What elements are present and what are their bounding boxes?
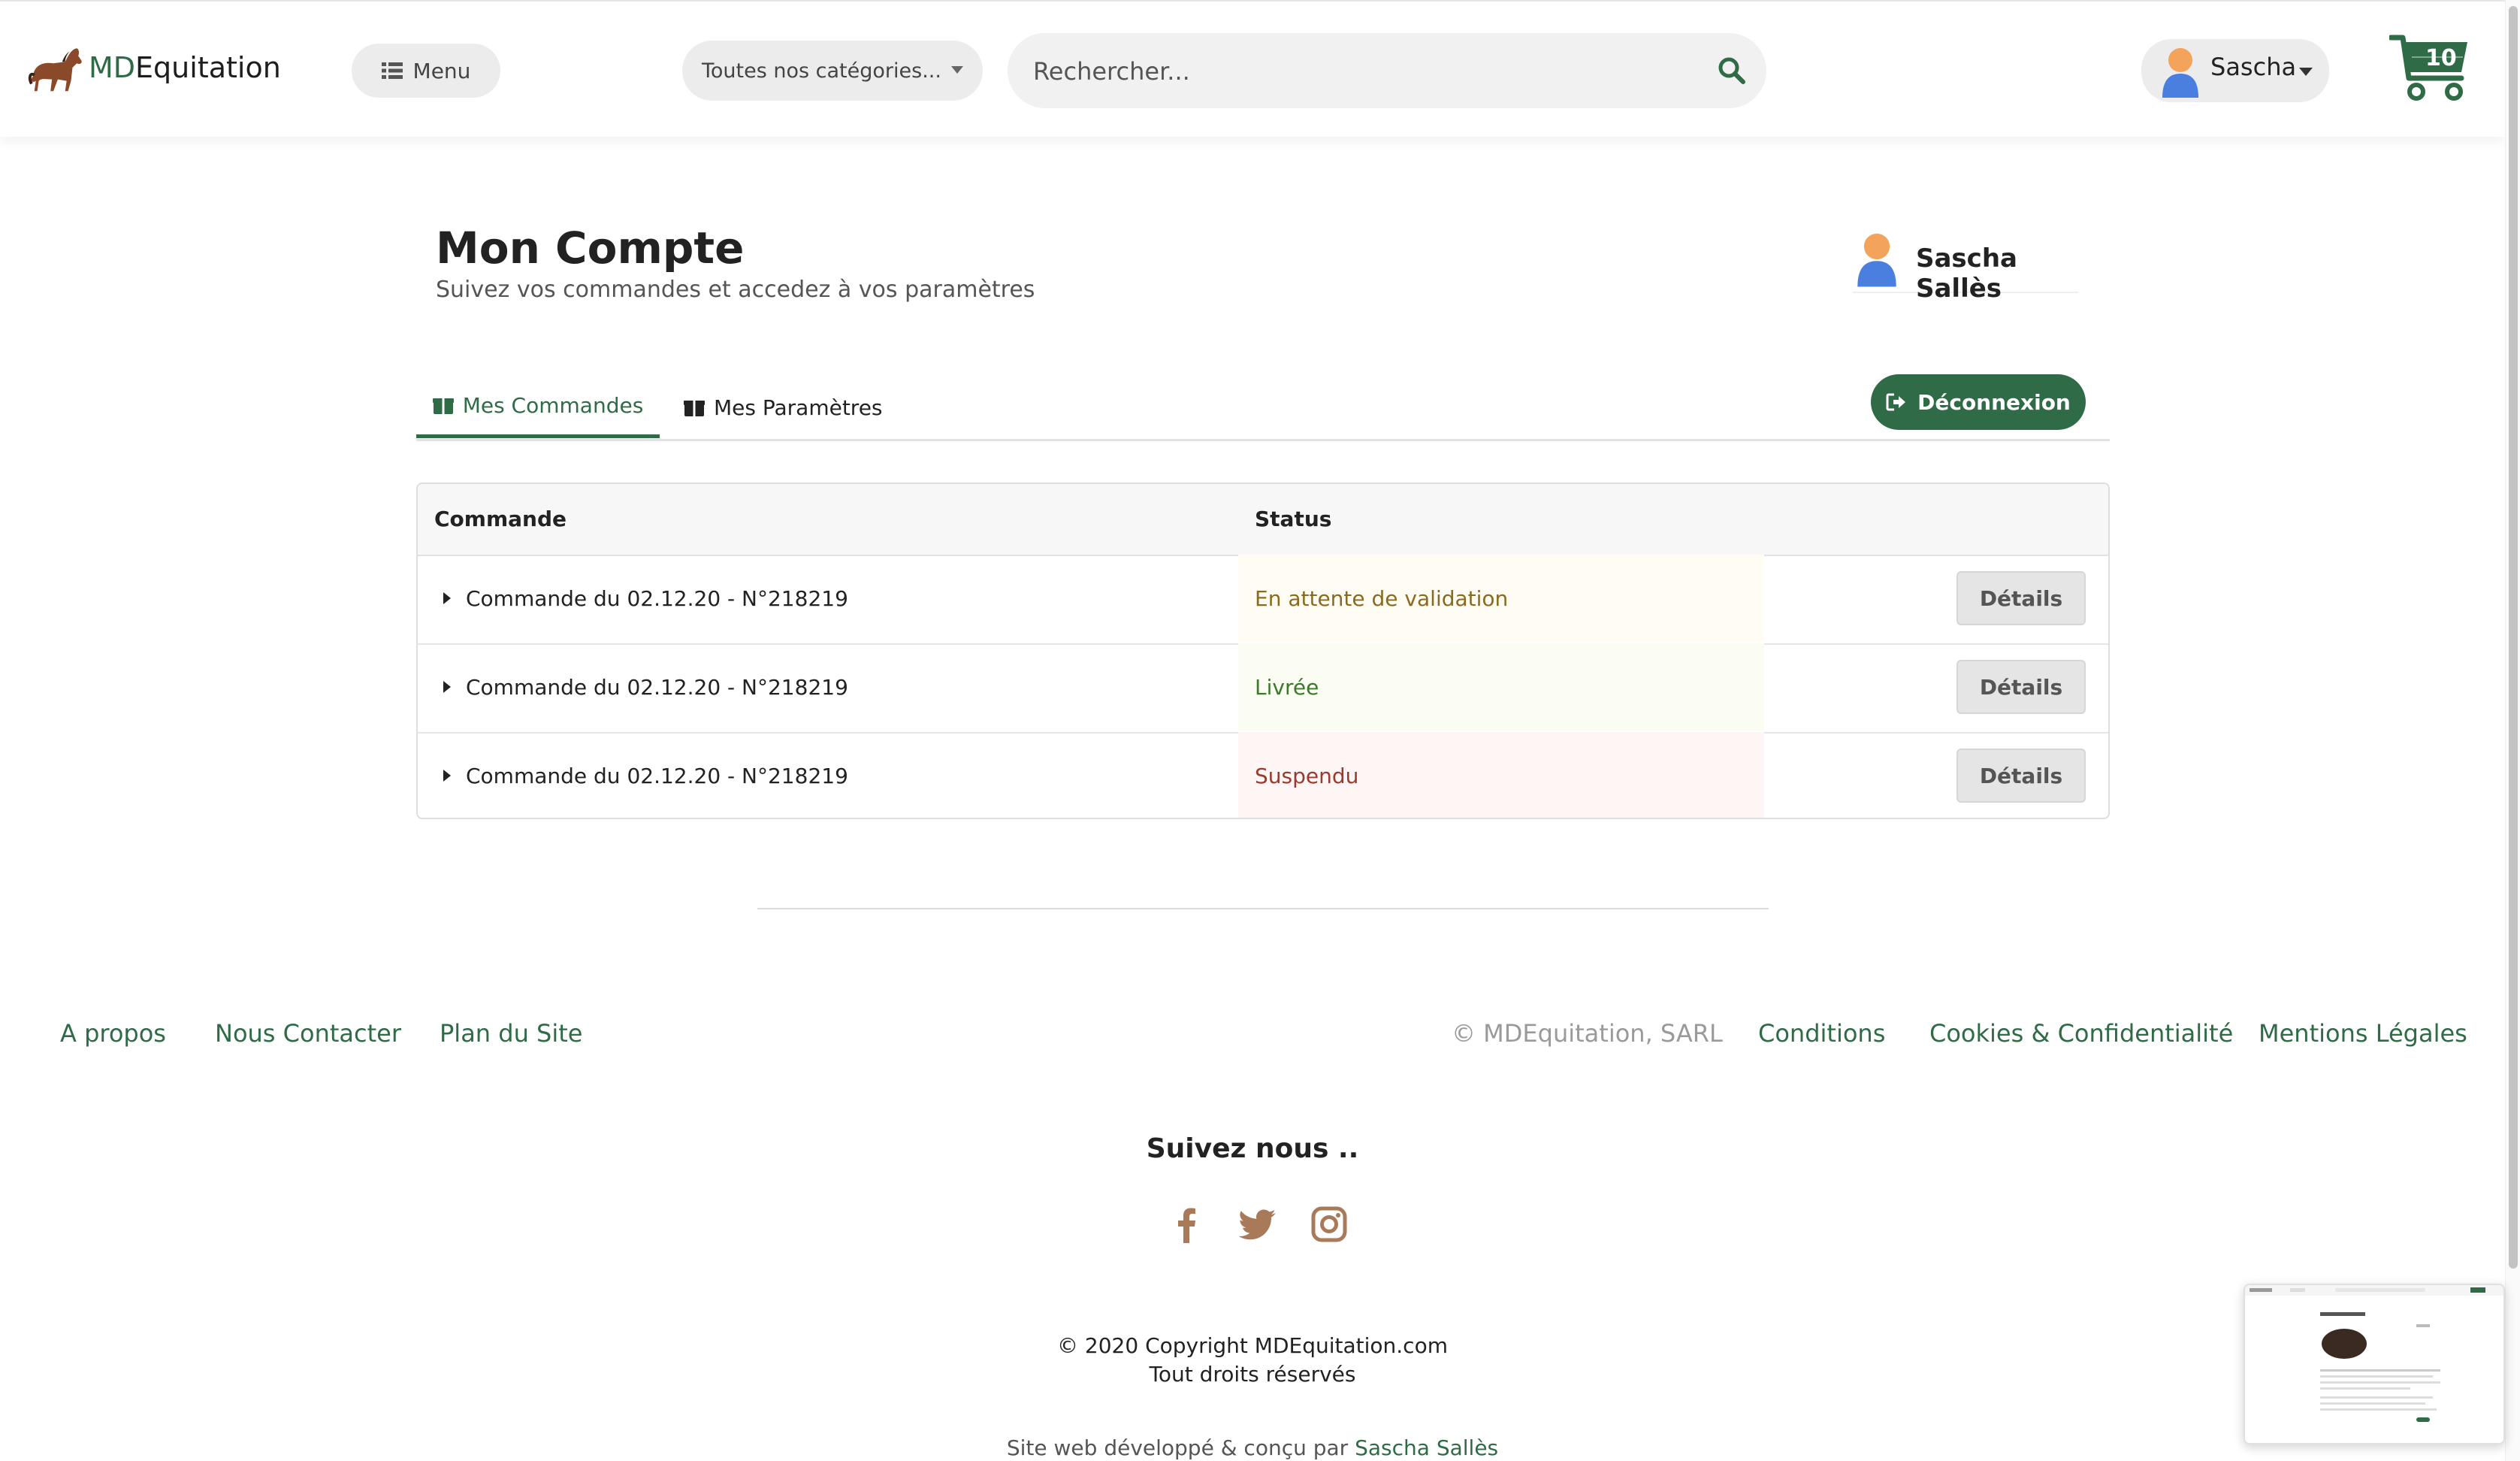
status-text: Suspendu [1255, 764, 1359, 788]
tab-label: Mes Commandes [462, 392, 644, 418]
tab-mes-parametres[interactable]: Mes Paramètres [684, 376, 883, 439]
page-subtitle: Suivez vos commandes et accedez à vos pa… [436, 277, 1035, 303]
copyright-line: © 2020 Copyright MDEquitation.com [1057, 1333, 1448, 1358]
gift-icon [432, 398, 454, 414]
twitter-icon[interactable] [1238, 1204, 1279, 1245]
brand-prefix: MD [89, 51, 136, 84]
user-name: Sascha [2210, 53, 2297, 81]
horse-logo-icon[interactable] [27, 42, 86, 96]
table-row[interactable]: Commande du 02.12.20 - N°218219 Livrée D… [418, 643, 2108, 734]
status-text: Livrée [1255, 675, 1319, 700]
menu-button[interactable]: Menu [352, 44, 500, 98]
order-label: Commande du 02.12.20 - N°218219 [466, 675, 848, 700]
details-button[interactable]: Détails [1956, 660, 2086, 714]
account-tabs: Mes Commandes Mes Paramètres [416, 376, 2110, 441]
page-title: Mon Compte [436, 222, 745, 274]
user-avatar-icon [1857, 233, 1896, 287]
search-input[interactable] [1032, 54, 1696, 89]
details-button[interactable]: Détails [1956, 571, 2086, 625]
page-scrollbar[interactable] [2505, 0, 2520, 1461]
category-select[interactable]: Toutes nos catégories... [682, 41, 983, 101]
footer-link-nous-contacter[interactable]: Nous Contacter [215, 1019, 401, 1048]
follow-us-title: Suivez nous .. [1146, 1133, 1359, 1164]
top-navbar: MDEquitation Menu Toutes nos catégories.… [0, 0, 2505, 137]
brand-suffix: Equitation [135, 51, 281, 84]
column-header-status: Status [1255, 507, 1332, 531]
status-text: En attente de validation [1255, 586, 1509, 611]
order-label: Commande du 02.12.20 - N°218219 [466, 586, 848, 611]
account-user-card: Sascha Sallès [1853, 228, 2078, 304]
footer-link-cookies[interactable]: Cookies & Confidentialité [1929, 1019, 2233, 1048]
search-bar [1008, 33, 1766, 108]
copyright-text: © 2020 Copyright MDEquitation.com Tout d… [0, 1332, 2505, 1389]
status-cell: En attente de validation [1238, 555, 1764, 642]
footer-link-conditions[interactable]: Conditions [1758, 1019, 1885, 1048]
orders-table: Commande Status Commande du 02.12.20 - N… [416, 482, 2110, 819]
footer-link-mentions-legales[interactable]: Mentions Légales [2259, 1019, 2467, 1048]
site-credits: Site web développé & conçu par Sascha Sa… [0, 1435, 2505, 1460]
page-preview-thumbnail[interactable] [2244, 1284, 2505, 1444]
preview-image [2245, 1285, 2503, 1422]
user-menu[interactable]: Sascha [2141, 39, 2329, 102]
status-cell: Suspendu [1238, 732, 1764, 818]
sign-out-icon [1886, 393, 1906, 411]
table-row[interactable]: Commande du 02.12.20 - N°218219 Suspendu… [418, 732, 2108, 818]
caret-down-icon [951, 66, 963, 74]
footer-divider [757, 908, 1769, 909]
details-button[interactable]: Détails [1956, 749, 2086, 803]
status-cell: Livrée [1238, 643, 1764, 730]
scrollbar-thumb[interactable] [2509, 6, 2518, 1269]
cart-count-badge: 10 [2425, 45, 2457, 71]
tab-label: Mes Paramètres [714, 395, 883, 420]
account-user-name: Sascha Sallès [1916, 244, 2017, 304]
brand-name[interactable]: MDEquitation [89, 51, 281, 84]
menu-label: Menu [412, 58, 471, 83]
caret-right-icon[interactable] [443, 770, 451, 782]
credits-prefix: Site web développé & conçu par [1006, 1435, 1349, 1460]
category-select-value: Toutes nos catégories... [702, 59, 941, 83]
gift-icon [684, 401, 705, 416]
instagram-icon[interactable] [1309, 1204, 1349, 1245]
footer-company: © MDEquitation, SARL [1452, 1019, 1723, 1048]
list-icon [381, 62, 403, 79]
credits-author-link[interactable]: Sascha Sallès [1355, 1435, 1498, 1460]
rights-line: Tout droits réservés [1149, 1362, 1356, 1387]
footer-link-plan-du-site[interactable]: Plan du Site [440, 1019, 582, 1048]
logout-button[interactable]: Déconnexion [1871, 374, 2086, 430]
order-label: Commande du 02.12.20 - N°218219 [466, 764, 848, 788]
facebook-icon[interactable] [1166, 1204, 1207, 1245]
table-row[interactable]: Commande du 02.12.20 - N°218219 En atten… [418, 555, 2108, 645]
caret-down-icon [2299, 68, 2313, 76]
search-icon[interactable] [1717, 56, 1747, 86]
user-avatar-icon [2162, 48, 2198, 98]
cart-button[interactable]: 10 [2389, 32, 2472, 107]
footer-link-a-propos[interactable]: A propos [60, 1019, 166, 1048]
table-header: Commande Status [418, 484, 2108, 556]
column-header-commande: Commande [434, 507, 567, 531]
caret-right-icon[interactable] [443, 592, 451, 604]
logout-label: Déconnexion [1917, 389, 2071, 415]
caret-right-icon[interactable] [443, 681, 451, 693]
tab-mes-commandes[interactable]: Mes Commandes [416, 376, 660, 438]
